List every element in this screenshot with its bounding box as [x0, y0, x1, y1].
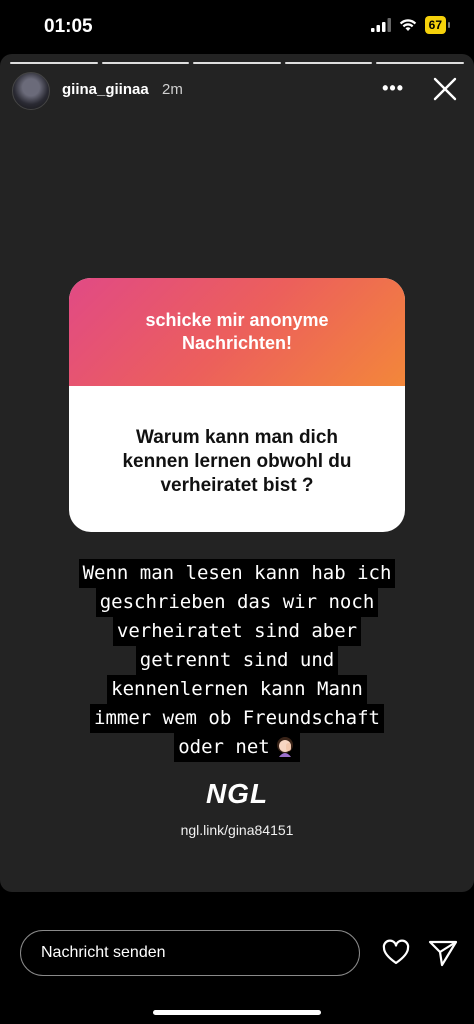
caption-line: Wenn man lesen kann hab ich — [78, 559, 396, 588]
progress-segment — [284, 62, 373, 64]
username[interactable]: giina_giinaa — [62, 81, 149, 98]
caption-line: immer wem ob Freundschaft — [90, 704, 384, 733]
time-ago: 2m — [162, 81, 183, 98]
progress-segment — [10, 62, 98, 64]
caption-line: kennenlernen kann Mann — [107, 675, 367, 704]
ngl-link[interactable]: ngl.link/gina84151 — [0, 822, 474, 838]
progress-segment — [376, 62, 464, 64]
battery-indicator: 67 — [424, 16, 451, 34]
signal-icon — [370, 18, 391, 32]
caption-line: getrennt sind und — [135, 646, 339, 675]
status-time: 01:05 — [44, 16, 93, 37]
reply-input[interactable]: Nachricht senden — [20, 930, 360, 976]
ngl-card-question: Warum kann man dich kennen lernen obwohl… — [122, 427, 352, 496]
wifi-icon — [399, 19, 416, 31]
ngl-logo[interactable]: NGL — [0, 778, 474, 810]
ngl-card-title: schicke mir anonyme Nachrichten! — [145, 310, 329, 353]
story-caption: Wenn man lesen kann hab ich geschrieben … — [0, 559, 474, 762]
close-icon[interactable] — [430, 74, 460, 104]
status-bar: 01:05 67 — [0, 0, 474, 52]
reply-placeholder: Nachricht senden — [41, 944, 166, 961]
caption-line: verheiratet sind aber — [112, 617, 362, 646]
story-progress — [10, 62, 464, 64]
home-indicator — [153, 1010, 321, 1015]
more-icon[interactable]: ••• — [382, 78, 404, 99]
caption-line-text: oder net — [178, 736, 270, 758]
caption-line-last: oder net — [174, 733, 300, 762]
avatar[interactable] — [12, 72, 50, 110]
status-icons: 67 — [370, 16, 451, 34]
facepalm-woman-emoji — [276, 737, 293, 757]
story-header: giina_giinaa 2m ••• — [12, 72, 464, 110]
ngl-question-card: schicke mir anonyme Nachrichten! Warum k… — [69, 278, 405, 532]
heart-icon[interactable] — [382, 939, 410, 967]
story-frame[interactable]: giina_giinaa 2m ••• schicke mir anonyme … — [0, 54, 474, 892]
send-icon[interactable] — [428, 939, 458, 967]
progress-segment — [193, 62, 281, 64]
progress-segment — [101, 62, 190, 64]
ngl-card-header: schicke mir anonyme Nachrichten! — [69, 278, 405, 386]
caption-line: geschrieben das wir noch — [95, 588, 379, 617]
